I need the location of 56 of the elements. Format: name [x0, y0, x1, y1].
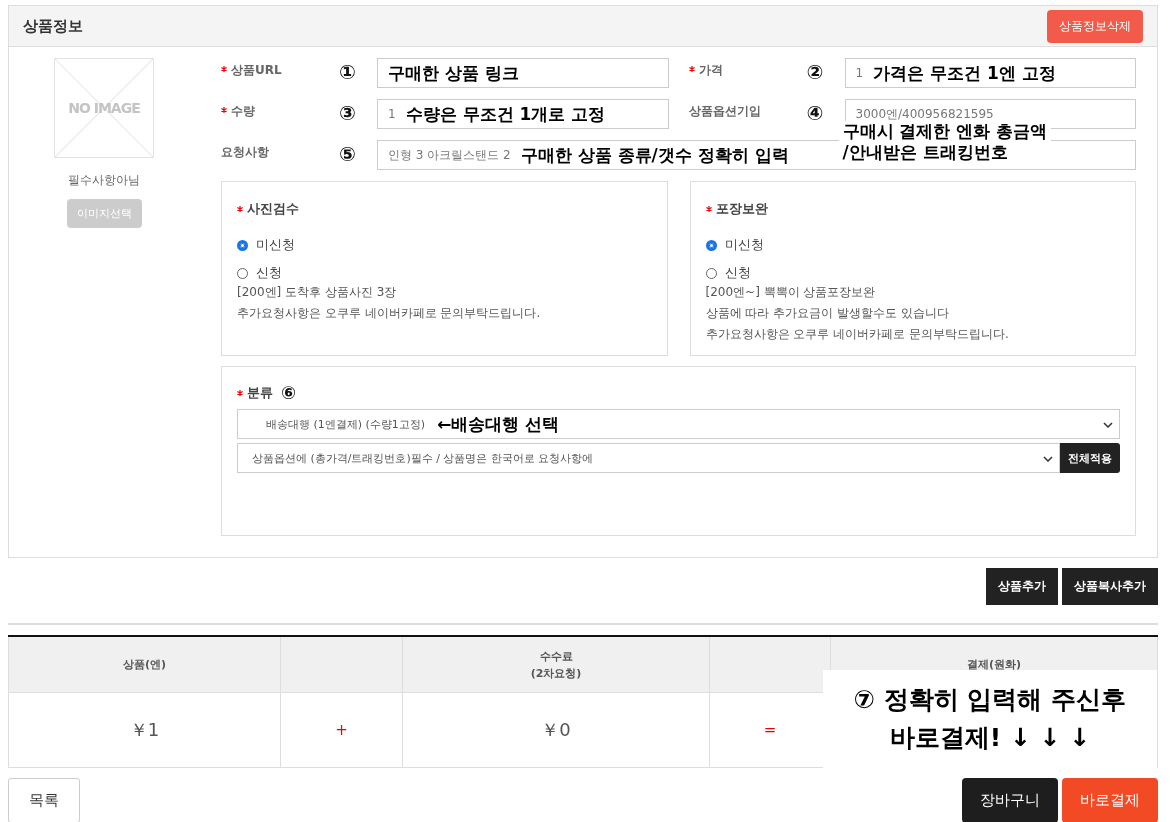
column-header: 수수료 (2차요청) [403, 637, 710, 693]
option-select[interactable]: 상품옵션에 (총가격/트래킹번호)필수 / 상품명은 한국어로 요청사항에 [237, 443, 1060, 473]
annotation-text: 구매한 상품 링크 [388, 61, 519, 85]
required-icon [237, 389, 243, 396]
list-button[interactable]: 목록 [8, 778, 80, 822]
radio-option[interactable]: 미신청 [705, 236, 764, 254]
annotation-text: 가격은 무조건 1엔 고정 [873, 61, 1056, 85]
option-note: [200엔~] 뽁뽁이 상품포장보완 [705, 284, 877, 301]
radio-option[interactable]: 신청 [705, 264, 751, 282]
field-label: 가격 [698, 62, 723, 79]
radio-option[interactable]: 신청 [237, 264, 282, 282]
step-marker: ① [339, 59, 357, 86]
step-marker: ③ [339, 100, 357, 127]
annotation-text: 구매한 상품 종류/갯수 정확히 입력 [520, 143, 789, 167]
column-header: 상품(엔) [9, 637, 281, 693]
input-field[interactable]: 1 가격은 무조건 1엔 고정 [844, 58, 1136, 88]
option-note: 추가요청사항은 오쿠루 네이버카페로 문의부탁드립니다. [705, 326, 1010, 343]
field-label: 수량 [231, 103, 255, 120]
step-marker: ⑥ [281, 382, 297, 403]
option-note: 상품에 따라 추가요금이 발생할수도 있습니다 [705, 305, 950, 322]
required-icon [237, 206, 243, 212]
option-title: 사진검수 [247, 200, 299, 218]
step-marker: ⑤ [339, 141, 357, 168]
annotation-note: ⑦ 정확히 입력해 주신후 바로결제! ↓ ↓ ↓ [823, 670, 1157, 768]
input-field[interactable]: 1 수량은 무조건 1개로 고정 [377, 99, 669, 129]
add-product-button[interactable]: 상품추가 [986, 568, 1058, 605]
required-icon [221, 66, 227, 72]
table-cell: ￥1 [9, 693, 281, 768]
category-title: 분류 [247, 383, 273, 402]
field-label: 상품옵션기입 [688, 103, 761, 120]
step-marker: ② [806, 59, 825, 86]
field-label: 상품URL [231, 62, 282, 79]
buy-now-button[interactable]: 바로결제 [1062, 778, 1158, 822]
operator-cell: + [281, 693, 403, 768]
add-product-button[interactable]: 상품복사추가 [1062, 568, 1158, 605]
option-note: [200엔] 도착후 상품사진 3장 [237, 284, 398, 301]
annotation-text: 수량은 무조건 1개로 고정 [405, 102, 606, 126]
chevron-icon [1103, 422, 1113, 428]
category-select[interactable]: 배송대행 (1엔결제) (수량1고정) ←배송대행 선택 [237, 409, 1120, 439]
image-note: 필수사항아님 [68, 172, 140, 189]
required-icon [221, 107, 227, 113]
chevron-icon [1043, 456, 1053, 462]
annotation-tooltip: 구매시 결제한 엔화 총금액 /안내받은 트래킹번호 [838, 121, 1052, 163]
required-icon [688, 66, 695, 72]
field-label: 요청사항 [221, 144, 269, 161]
apply-all-button[interactable]: 전체적용 [1060, 443, 1120, 473]
radio-option[interactable]: 미신청 [237, 236, 295, 254]
option-note: 추가요청사항은 오쿠루 네이버카페로 문의부탁드립니다. [237, 305, 542, 322]
step-marker: ④ [806, 100, 825, 127]
annotation-text: ←배송대행 선택 [437, 412, 560, 436]
cart-button[interactable]: 장바구니 [962, 778, 1058, 822]
required-icon [705, 206, 712, 212]
table-cell: ￥0 [403, 693, 710, 768]
option-title: 포장보완 [715, 200, 768, 218]
input-field[interactable]: 구매한 상품 링크 [377, 58, 669, 88]
panel-title: 상품정보 [23, 16, 83, 36]
